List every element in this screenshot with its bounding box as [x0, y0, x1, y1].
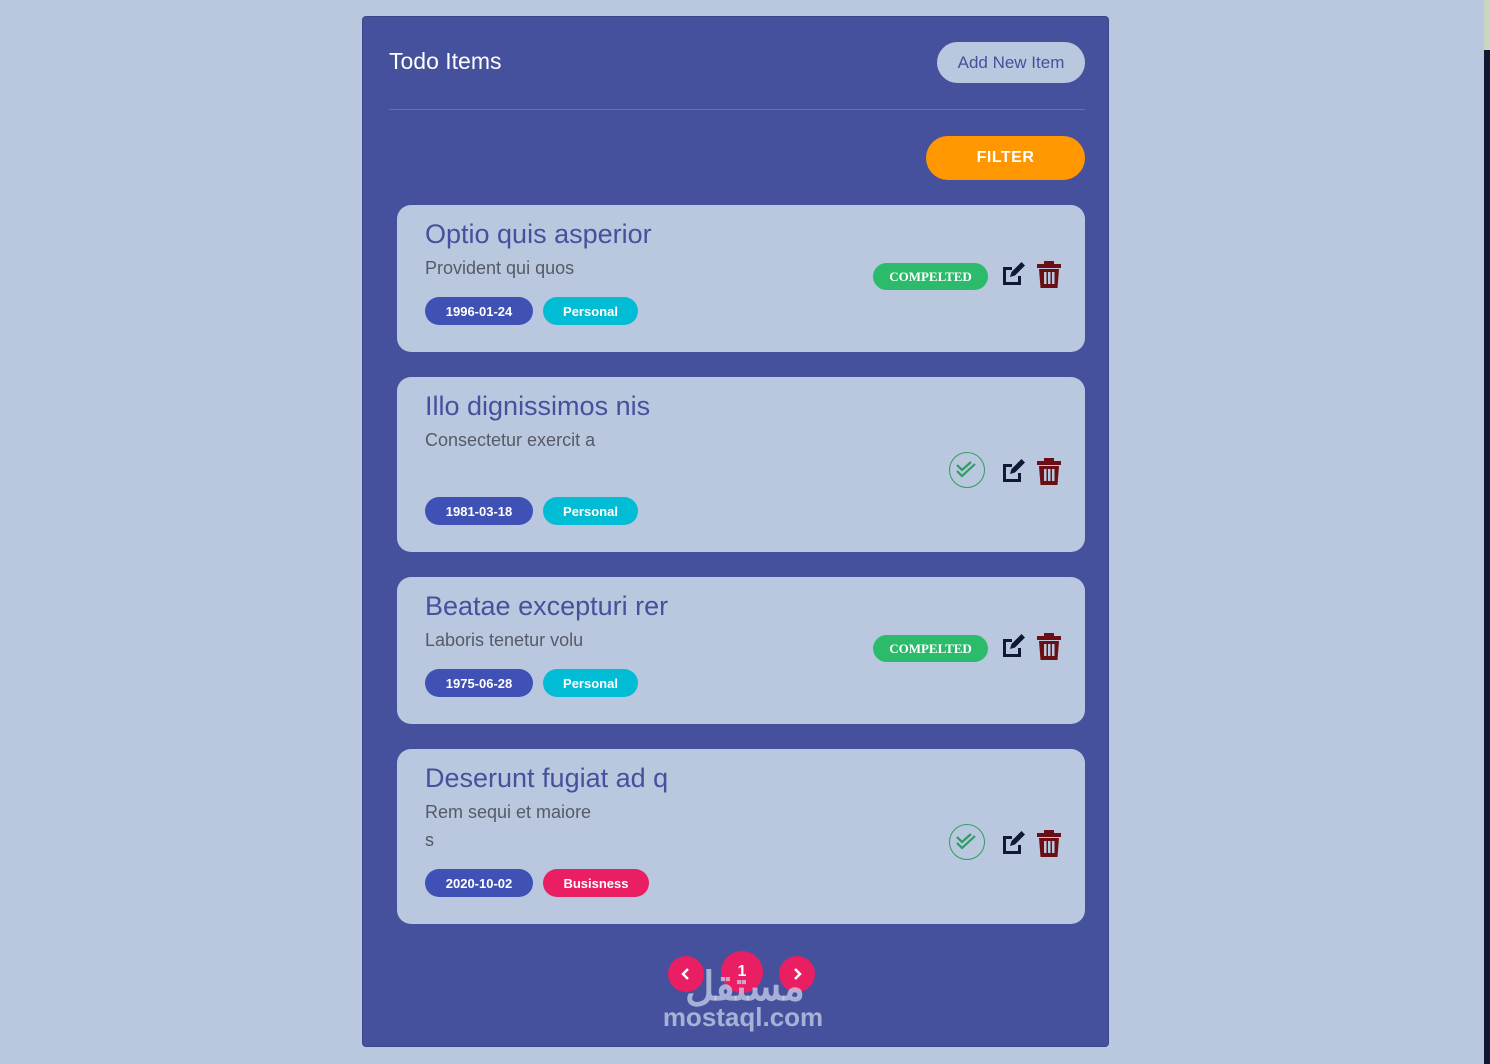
edit-icon[interactable] [999, 457, 1027, 485]
double-check-icon [956, 833, 976, 850]
mark-complete-button[interactable] [949, 824, 985, 860]
trash-icon[interactable] [1035, 632, 1063, 660]
category-badge: Personal [543, 297, 638, 325]
todo-card: Beatae excepturi rer Laboris tenetur vol… [397, 577, 1085, 724]
double-check-icon [956, 461, 976, 478]
todo-card: Deserunt fugiat ad q Rem sequi et maiore… [397, 749, 1085, 924]
trash-icon[interactable] [1035, 260, 1063, 288]
window-scrollbar[interactable] [1484, 50, 1490, 1064]
filter-button[interactable]: FILTER [926, 136, 1085, 180]
trash-icon[interactable] [1035, 457, 1063, 485]
header-divider [389, 109, 1085, 110]
mark-complete-button[interactable] [949, 452, 985, 488]
todo-title: Deserunt fugiat ad q [425, 763, 669, 793]
category-badge: Busisness [543, 869, 649, 897]
page-title: Todo Items [389, 48, 502, 74]
edit-icon[interactable] [999, 632, 1027, 660]
todo-description: Laboris tenetur volu [425, 630, 584, 650]
todo-description: Consectetur exercit a [425, 430, 596, 450]
category-badge: Personal [543, 497, 638, 525]
todo-description: Rem sequi et maiore s [425, 802, 592, 850]
date-badge: 2020-10-02 [425, 869, 533, 897]
trash-icon[interactable] [1035, 829, 1063, 857]
date-badge: 1975-06-28 [425, 669, 533, 697]
watermark-text: mostaql.com [662, 1002, 824, 1032]
todo-description: Provident qui quos [425, 258, 575, 278]
todo-card: Illo dignissimos nis Consectetur exercit… [397, 377, 1085, 552]
todo-card: Optio quis asperior Provident qui quos 1… [397, 205, 1085, 352]
category-badge: Personal [543, 669, 638, 697]
todo-title: Optio quis asperior [425, 219, 652, 249]
date-badge: 1981-03-18 [425, 497, 533, 525]
todo-panel: Todo Items Add New Item FILTER Optio qui… [362, 16, 1109, 1047]
add-new-item-button[interactable]: Add New Item [937, 42, 1085, 83]
window-edge-top [1484, 0, 1490, 50]
completed-status-badge[interactable]: COMPELTED [873, 635, 988, 662]
date-badge: 1996-01-24 [425, 297, 533, 325]
todo-title: Illo dignissimos nis [425, 391, 651, 421]
completed-status-badge[interactable]: COMPELTED [873, 263, 988, 290]
edit-icon[interactable] [999, 829, 1027, 857]
edit-icon[interactable] [999, 260, 1027, 288]
todo-title: Beatae excepturi rer [425, 591, 669, 621]
